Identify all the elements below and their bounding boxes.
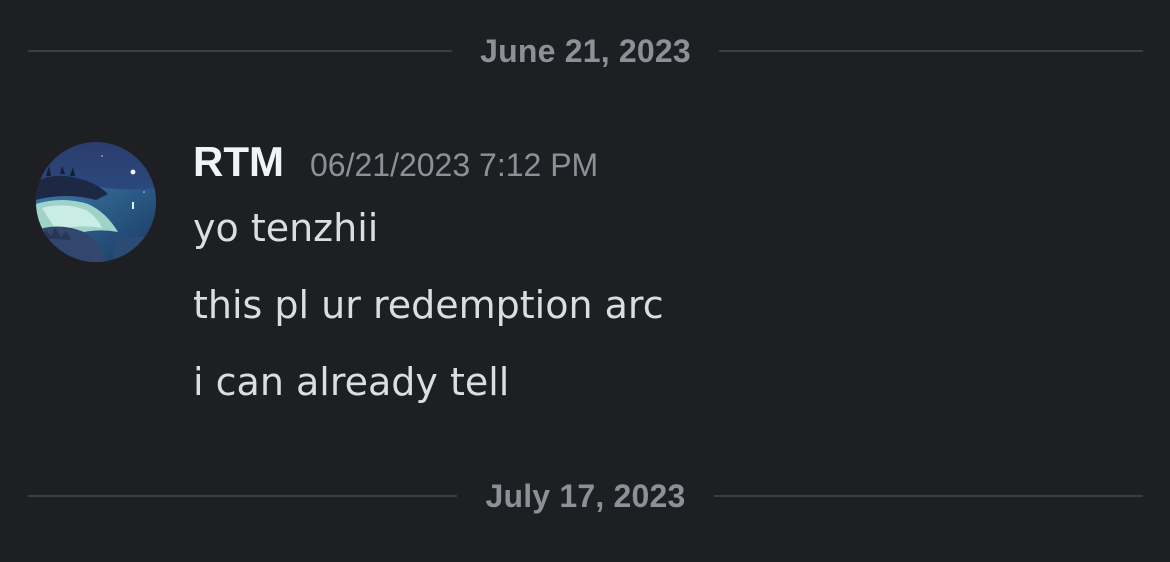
- avatar[interactable]: [36, 142, 156, 262]
- divider-line-right: [713, 495, 1143, 497]
- message-line: this pl ur redemption arc: [193, 283, 664, 327]
- message-line: i can already tell: [193, 360, 510, 404]
- message-timestamp: 06/21/2023 7:12 PM: [309, 147, 599, 183]
- night-coastline-avatar-icon: [36, 142, 156, 262]
- message-header: RTM 06/21/2023 7:12 PM: [193, 138, 598, 186]
- divider-line-left: [28, 495, 458, 497]
- divider-line-left: [28, 50, 453, 52]
- divider-date: July 17, 2023: [485, 477, 686, 514]
- date-divider: June 21, 2023: [28, 31, 1143, 71]
- divider-date: June 21, 2023: [480, 32, 691, 69]
- date-divider: July 17, 2023: [28, 476, 1143, 516]
- username[interactable]: RTM: [193, 138, 284, 186]
- message-line: yo tenzhii: [193, 206, 379, 250]
- divider-line-right: [718, 50, 1143, 52]
